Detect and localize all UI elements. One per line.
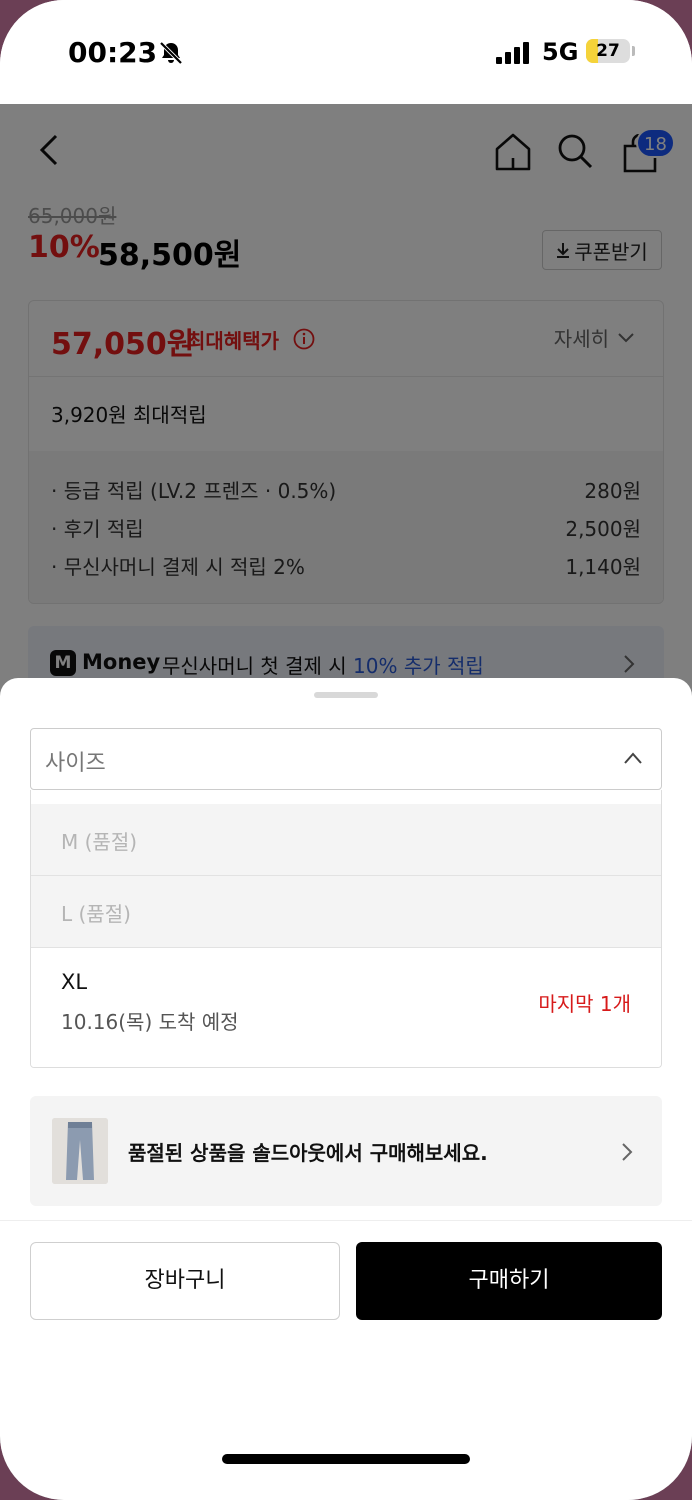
coupon-button[interactable]: 쿠폰받기 <box>542 230 662 270</box>
home-indicator[interactable] <box>222 1454 470 1464</box>
status-bar: 00:23 5G 27 <box>0 0 692 104</box>
back-icon[interactable] <box>36 132 64 168</box>
benefit-box: 57,050원 최대혜택가 자세히 3,920원 최대적립 · 등급 적립 (L… <box>28 300 664 604</box>
battery-tip <box>632 46 635 56</box>
chevron-down-icon <box>618 332 634 342</box>
size-option-m: M (품절) <box>31 804 661 876</box>
size-option-label: XL <box>61 970 88 994</box>
network-label: 5G <box>542 38 579 66</box>
info-icon[interactable] <box>293 328 315 350</box>
original-price: 65,000원 <box>28 204 117 228</box>
discount-rate: 10% <box>28 230 100 265</box>
chevron-right-icon <box>622 1143 633 1161</box>
divider <box>0 1220 692 1221</box>
points-row-label: · 등급 적립 (LV.2 프렌즈 · 0.5%) <box>51 479 337 503</box>
points-row-value: 2,500원 <box>565 517 641 541</box>
max-benefit-label: 최대혜택가 <box>187 329 279 353</box>
phone-screen: 00:23 5G 27 18 65,000원 10% 58,500원 쿠폰받기 … <box>0 0 692 1500</box>
bell-muted-icon <box>159 41 183 65</box>
add-to-cart-button[interactable]: 장바구니 <box>30 1242 340 1320</box>
battery-level: 27 <box>596 41 620 61</box>
signal-icon <box>496 42 529 64</box>
max-benefit-price: 57,050원 <box>51 327 195 362</box>
size-option-label: M (품절) <box>61 830 138 854</box>
points-row-value: 1,140원 <box>565 555 641 579</box>
points-row-label: · 후기 적립 <box>51 517 144 541</box>
detail-label: 자세히 <box>553 327 609 351</box>
points-breakdown: · 등급 적립 (LV.2 프렌즈 · 0.5%) 280원 · 후기 적립 2… <box>29 451 663 603</box>
size-options-list: M (품절) L (품절) XL 10.16(목) 도착 예정 마지막 1개 <box>30 790 662 1068</box>
home-icon[interactable] <box>494 132 532 172</box>
money-promo-highlight: 10% 추가 적립 <box>353 654 484 678</box>
sale-price: 58,500원 <box>98 238 242 273</box>
chevron-up-icon <box>624 752 642 764</box>
points-total: 3,920원 최대적립 <box>51 403 207 427</box>
cart-count-badge: 18 <box>636 128 675 158</box>
points-row-value: 280원 <box>584 479 641 503</box>
points-row: · 무신사머니 결제 시 적립 2% 1,140원 <box>51 551 641 581</box>
size-option-xl[interactable]: XL 10.16(목) 도착 예정 마지막 1개 <box>31 948 661 1067</box>
size-select-label: 사이즈 <box>45 751 106 776</box>
money-brand: Money <box>82 650 161 674</box>
size-option-l: L (품절) <box>31 876 661 948</box>
product-page: 18 65,000원 10% 58,500원 쿠폰받기 57,050원 최대혜택… <box>0 104 692 702</box>
size-select[interactable]: 사이즈 <box>30 728 662 790</box>
download-icon <box>557 243 570 258</box>
option-bottom-sheet: 사이즈 M (품절) L (품절) XL 10.16(목) 도착 예정 마지막 … <box>0 678 692 1500</box>
money-promo-prefix: 무신사머니 첫 결제 시 <box>162 654 354 678</box>
jeans-thumbnail-icon <box>52 1118 108 1184</box>
status-time: 00:23 <box>68 36 158 69</box>
buy-now-button[interactable]: 구매하기 <box>356 1242 662 1320</box>
product-thumbnail <box>52 1118 108 1184</box>
battery-icon: 27 <box>586 39 630 63</box>
search-icon[interactable] <box>556 132 594 172</box>
size-option-label: L (품절) <box>61 902 131 926</box>
points-row: · 등급 적립 (LV.2 프렌즈 · 0.5%) 280원 <box>51 475 641 505</box>
stock-badge: 마지막 1개 <box>538 992 631 1016</box>
money-logo-icon: M <box>50 650 76 676</box>
detail-toggle[interactable]: 자세히 <box>554 323 635 352</box>
money-promo-text: 무신사머니 첫 결제 시 10% 추가 적립 <box>162 650 484 679</box>
coupon-button-label: 쿠폰받기 <box>574 239 648 264</box>
soldout-banner[interactable]: 품절된 상품을 솔드아웃에서 구매해보세요. <box>30 1096 662 1206</box>
sheet-grabber[interactable] <box>314 692 378 698</box>
delivery-eta: 10.16(목) 도착 예정 <box>61 1010 239 1034</box>
benefit-header: 57,050원 최대혜택가 자세히 <box>29 301 663 377</box>
points-row: · 후기 적립 2,500원 <box>51 513 641 543</box>
points-row-label: · 무신사머니 결제 시 적립 2% <box>51 555 305 579</box>
soldout-text: 품절된 상품을 솔드아웃에서 구매해보세요. <box>128 1141 488 1165</box>
nav-bar: 18 <box>0 104 692 196</box>
chevron-right-icon <box>624 655 635 673</box>
